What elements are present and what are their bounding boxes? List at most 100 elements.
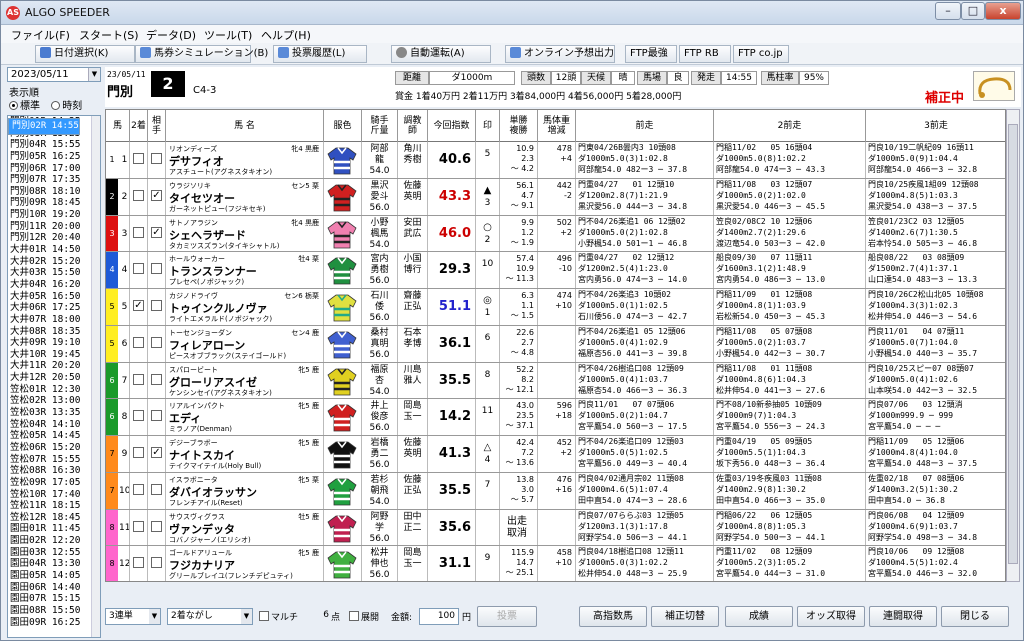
vote-button[interactable]: 投票	[477, 606, 537, 627]
past-race-2[interactable]: 門稲11/08 03 12頭07 ダ1000m5.0(2)1:02.0 黒沢愛5…	[714, 178, 866, 215]
horse-name-cell[interactable]: サウスヴィグラス 牡5 鹿ヴァンデッタ コバノジャーノ(エリシオ)	[166, 509, 324, 546]
menu-help[interactable]: ヘルプ(H)	[261, 27, 311, 43]
past-race-2[interactable]: 門稲11/08 01 11頭08 ダ1000m4.8(6)1:04.3 松井伸5…	[714, 362, 866, 399]
past-race-1[interactable]: 門不04/26楽追3 10頭02 ダ1000m5.0(1)1:02.5 石川倭5…	[576, 289, 714, 325]
race-list-item[interactable]: 笠松07R 15:55	[8, 454, 100, 466]
race-list-item[interactable]: 大井03R 15:50	[8, 267, 100, 279]
partner-checkbox[interactable]: ✓	[151, 226, 162, 238]
past-race-2[interactable]: 門稲06/22 06 12頭05 ダ1000m4.8(8)1:05.3 阿野学5…	[714, 509, 866, 546]
past-race-1[interactable]: 門良04/18樹追口08 12頭11 ダ1000m5.0(3)1:02.2 松井…	[576, 546, 714, 581]
race-list-item[interactable]: 門別06R 17:00	[8, 163, 100, 175]
race-list-item[interactable]: 園田09R 16:25	[8, 617, 100, 629]
partner-checkbox[interactable]	[151, 336, 162, 348]
menu-tools[interactable]: ツール(T)	[204, 27, 252, 43]
race-list-item[interactable]: 笠松12R 18:45	[8, 512, 100, 524]
past-race-3[interactable]: 門良10/06 09 12頭08 ダ1000m4.5(5)1:02.4 宮平鷹5…	[866, 546, 1005, 581]
second-place-checkbox[interactable]	[133, 410, 144, 422]
date-select-button[interactable]: 日付選択(K)	[35, 45, 135, 63]
race-list-item[interactable]: 園田05R 14:05	[8, 570, 100, 582]
table-row[interactable]: 5 6 トーセンジョーダン セン4 鹿フィレアローン ピースオブブラック(ステイゴールド…	[106, 325, 1005, 363]
past-race-3[interactable]: 門稲11/09 05 12頭06 ダ1000m4.8(4)1:04.0 宮平鷹5…	[866, 436, 1005, 472]
race-list-item[interactable]: 門別05R 16:25	[8, 151, 100, 163]
partner-checkbox[interactable]	[151, 557, 162, 569]
past-race-3[interactable]: 門良07/06 03 12頭消 ダ1000m999.9 ─ 999 宮平鷹54.…	[866, 399, 1005, 435]
race-list-item[interactable]: 門別12R 20:40	[8, 232, 100, 244]
race-list-item[interactable]: 門別04R 15:55	[8, 139, 100, 151]
race-list-item[interactable]: 笠松09R 17:05	[8, 477, 100, 489]
close-dialog-button[interactable]: 閉じる	[941, 606, 1009, 627]
table-row[interactable]: 8 12 ゴールドアリュール 牝5 鹿フジカナリア グリールブレイユ(フレンチデピュティ…	[106, 546, 1005, 581]
past-race-2[interactable]: 門重04/19 05 09頭05 ダ1000m5.5(1)1:04.3 坂下秀5…	[714, 436, 866, 472]
table-row[interactable]: 3 3 ✓ サトノアラジン 牝4 黒鹿 シェヘラザード タカミツスズラン(タイキシャトル) 小…	[106, 215, 1005, 253]
date-dropdown[interactable]: 2023/05/11 ▼	[7, 67, 101, 82]
race-list-item[interactable]: 笠松08R 16:30	[8, 465, 100, 477]
past-race-1[interactable]: 門不04/26楽追1 05 12頭06 ダ1000m5.0(4)1:02.9 福…	[576, 325, 714, 362]
correction-toggle-button[interactable]: 補正切替	[651, 606, 719, 627]
race-list-item[interactable]: 笠松11R 18:15	[8, 500, 100, 512]
past-race-1[interactable]: 門良11/01 07 07頭06 ダ1000m5.0(2)1:04.7 宮平鷹5…	[576, 399, 714, 435]
second-place-checkbox[interactable]	[133, 226, 144, 238]
horse-name-cell[interactable]: リオンディーズ 牝4 黒鹿 デサフィオ アスチュート(アグネスタキオン)	[166, 142, 324, 178]
past-race-2[interactable]: 門重11/02 08 12頭09 ダ1000m5.2(3)1:05.2 宮平鷹5…	[714, 546, 866, 581]
race-list-item[interactable]: 園田01R 11:45	[8, 523, 100, 535]
past-race-2[interactable]: 佐重03/19冬疾風03 11頭08 ダ1400m2.9(8)1:30.2 田中…	[714, 472, 866, 509]
past-race-1[interactable]: 門不04/26樹追口08 12頭09 ダ1000m5.0(4)1:03.7 福原…	[576, 362, 714, 399]
close-button[interactable]: x	[985, 2, 1021, 20]
online-output-button[interactable]: オンライン予想出力	[505, 45, 615, 63]
second-place-checkbox[interactable]	[133, 189, 144, 201]
race-list-item[interactable]: 園田06R 14:40	[8, 582, 100, 594]
past-race-3[interactable]: 佐重02/18 07 08頭06 ダ1400m3.2(5)1:30.2 田中直5…	[866, 473, 1005, 509]
table-row[interactable]: 2 2 ✓ ウラジソリキ セン5 栗タイセツオー ガーネットピュー(フジキセキ) 黒沢 愛斗…	[106, 178, 1005, 216]
table-row[interactable]: 5 5 ✓ カジノドライヴ セン6 栃栗 トゥインクルノヴァ ライトエメラルド(ノボジャック…	[106, 289, 1005, 326]
past-race-2[interactable]: 笠良02/08C2 10 12頭06 ダ1400m2.7(2)1:29.6 渡辺…	[714, 215, 866, 252]
race-list-scrollbar[interactable]	[91, 116, 100, 637]
partner-checkbox[interactable]: ✓	[151, 189, 162, 201]
horse-name-cell[interactable]: ウラジソリキ セン5 栗タイセツオー ガーネットピュー(フジキセキ)	[166, 178, 324, 215]
horse-name-cell[interactable]: サトノアラジン 牝4 黒鹿 シェヘラザード タカミツスズラン(タイキシャトル)	[166, 215, 324, 252]
partner-checkbox[interactable]: ✓	[151, 447, 162, 458]
second-place-checkbox[interactable]	[133, 336, 144, 348]
race-list-item[interactable]: 笠松05R 14:45	[8, 430, 100, 442]
partner-checkbox[interactable]	[151, 483, 162, 495]
bet-type-select[interactable]: 3連単 ▼	[105, 608, 161, 625]
second-place-checkbox[interactable]	[133, 557, 144, 569]
race-list-item[interactable]: 笠松01R 12:30	[8, 384, 100, 396]
partner-checkbox[interactable]	[151, 300, 162, 311]
race-list-item[interactable]: 大井01R 14:50	[8, 244, 100, 256]
race-list-item[interactable]: 門別10R 19:20	[8, 209, 100, 221]
expand-checkbox[interactable]: 展開	[349, 610, 379, 623]
race-list-item[interactable]: 園田07R 15:15	[8, 593, 100, 605]
bet-mode-select[interactable]: 2着ながし ▼	[167, 608, 253, 625]
partner-checkbox[interactable]	[151, 373, 162, 385]
table-row[interactable]: 6 8 リアルインパクト 牝5 鹿エディ ミラノア(Denman) 井上 俊彦 56.0 岡…	[106, 399, 1005, 436]
race-list-item[interactable]: 大井04R 16:20	[8, 279, 100, 291]
race-list-item[interactable]: 笠松04R 14:10	[8, 419, 100, 431]
table-row[interactable]: 8 11 サウスヴィグラス 牡5 鹿ヴァンデッタ コバノジャーノ(エリシオ) 阿野 学 5…	[106, 509, 1005, 547]
horse-name-cell[interactable]: ホールウォーカー 牡4 栗トランスランナー プレセペ(ノボジャック)	[166, 252, 324, 288]
ftp-saikyo-button[interactable]: FTP最強	[625, 45, 677, 63]
auto-drive-button[interactable]: 自動運転(A)	[391, 45, 491, 63]
table-row[interactable]: 4 4 ホールウォーカー 牡4 栗トランスランナー プレセペ(ノボジャック) 宮内 勇樹 …	[106, 252, 1005, 289]
past-race-3[interactable]: 門良10/26C2松山北05 10頭08 ダ1000m4.3(3)1:02.3 …	[866, 289, 1005, 325]
past-race-2[interactable]: 門不08/10新参抽05 10頭09 ダ1000m9(7)1:04.3 宮平鷹5…	[714, 399, 866, 435]
past-race-2[interactable]: 門稲11/09 01 12頭08 ダ1000m4.8(1)1:03.9 岩松新5…	[714, 289, 866, 325]
past-race-1[interactable]: 門東04/26B曇内3 10頭08 ダ1000m5.0(3)1:02.8 阿部龍…	[576, 142, 714, 178]
horse-name-cell[interactable]: トーセンジョーダン セン4 鹿フィレアローン ピースオブブラック(ステイゴールド)	[166, 325, 324, 362]
past-race-1[interactable]: 門良04/02通月宗02 11頭08 ダ1000m4.6(5)1:07.4 田中…	[576, 472, 714, 509]
race-list-item[interactable]: 大井07R 18:00	[8, 314, 100, 326]
second-place-checkbox[interactable]	[133, 263, 144, 275]
race-list-item[interactable]: 大井09R 19:10	[8, 337, 100, 349]
race-list-item[interactable]: 笠松02R 13:00	[8, 395, 100, 407]
past-race-2[interactable]: 門稲11/08 05 07頭08 ダ1000m5.0(2)1:03.7 小野楓5…	[714, 325, 866, 362]
past-race-1[interactable]: 門不04/26楽追口09 12頭03 ダ1000m5.0(5)1:02.5 宮平…	[576, 436, 714, 472]
race-list-item[interactable]: 門別08R 18:10	[8, 186, 100, 198]
past-race-3[interactable]: 船良08/22 03 08頭09 ダ1500m2.7(4)1:37.1 山口達5…	[866, 252, 1005, 288]
multi-checkbox[interactable]: マルチ	[259, 610, 298, 623]
past-race-2[interactable]: 門稲11/02 05 16頭04 ダ1000m5.0(8)1:02.2 阿部龍5…	[714, 142, 866, 178]
past-race-1[interactable]: 門重04/27 01 12頭10 ダ1200m2.8(7)1:21.9 黒沢愛5…	[576, 178, 714, 215]
consecutive-fetch-button[interactable]: 連闘取得	[869, 606, 937, 627]
horse-name-cell[interactable]: スパロービート 牝5 鹿グローリアスイゼ ケンシンセイ(アグネスタキオン)	[166, 362, 324, 399]
scroll-thumb[interactable]	[1008, 124, 1018, 564]
radio-standard[interactable]	[9, 101, 18, 110]
past-race-1[interactable]: 門不04/26楽追1 06 12頭02 ダ1000m5.0(2)1:02.8 小…	[576, 215, 714, 252]
